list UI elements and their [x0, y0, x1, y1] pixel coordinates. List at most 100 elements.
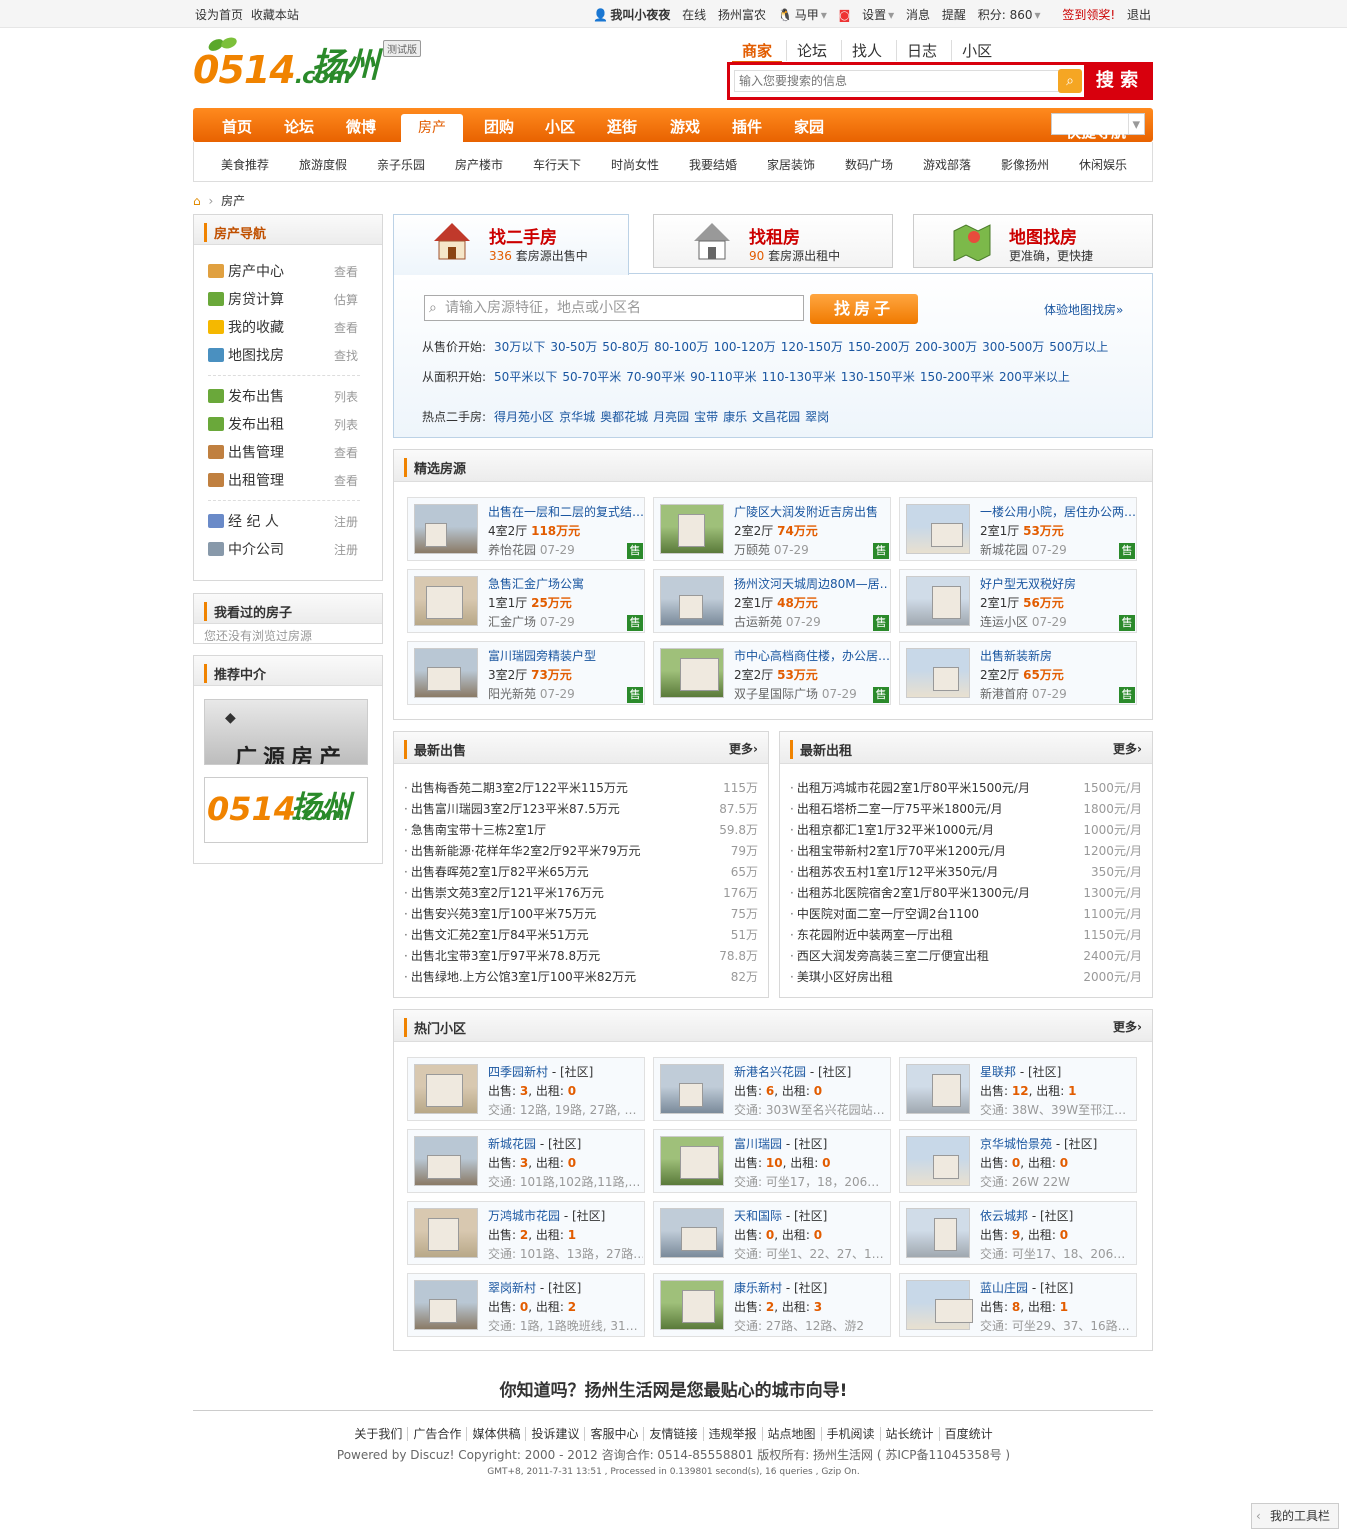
subnav-item[interactable]: 旅游度假 — [299, 156, 347, 173]
subnav-item[interactable]: 房产楼市 — [455, 156, 503, 173]
community-card[interactable]: 新港名兴花园 - [社区] 出售: 6, 出租: 0 交通: 303W至名兴花园站… — [653, 1057, 891, 1121]
community-card[interactable]: 蓝山庄园 - [社区] 出售: 8, 出租: 1 交通: 可坐29、37、16路… — [899, 1273, 1137, 1337]
list-item-title[interactable]: 出售富川瑞园3室2厅123平米87.5万元 — [411, 802, 620, 816]
listing-photo[interactable] — [414, 1280, 478, 1330]
list-item-title[interactable]: 出租宝带新村2室1厅70平米1200元/月 — [797, 844, 1006, 858]
community-name-link[interactable]: 万鸿城市花园 — [488, 1209, 560, 1223]
footer-link[interactable]: 站点地图 — [761, 1427, 821, 1441]
subnav-item[interactable]: 车行天下 — [533, 156, 581, 173]
nav-realestate[interactable]: 房产 — [401, 114, 463, 142]
hot-house-link[interactable]: 月亮园 — [653, 410, 689, 424]
nav-item[interactable]: 中介公司 — [208, 539, 284, 559]
more-link[interactable]: 更多› — [1113, 740, 1142, 757]
more-link[interactable]: 更多› — [729, 740, 758, 757]
subnav-item[interactable]: 游戏部落 — [923, 156, 971, 173]
community-name-link[interactable]: 康乐新村 — [734, 1281, 782, 1295]
tab-map[interactable]: 地图找房 更准确，更快捷 — [913, 214, 1153, 268]
listing-photo[interactable] — [414, 1064, 478, 1114]
area-filter-link[interactable]: 150-200平米 — [920, 370, 994, 384]
nav-games[interactable]: 游戏 — [670, 116, 700, 137]
list-item[interactable]: · 出售梅香苑二期3室2厅122平米115万元 — [404, 779, 628, 796]
listing-photo[interactable] — [414, 1136, 478, 1186]
nav-item[interactable]: 我的收藏 — [208, 317, 284, 337]
listing-photo[interactable] — [906, 1280, 973, 1330]
listing-title-link[interactable]: 急售汇金广场公寓 — [488, 575, 643, 592]
search-tab-forum[interactable]: 论坛 — [786, 40, 837, 61]
search-icon[interactable]: ⌕ — [1058, 69, 1082, 93]
listing-photo[interactable] — [906, 1136, 970, 1186]
listing-photo[interactable] — [906, 504, 970, 554]
list-item[interactable]: · 出租苏北医院宿舍2室1厅80平米1300元/月 — [790, 884, 1030, 901]
nav-item[interactable]: 出租管理 — [208, 470, 284, 490]
listing-photo[interactable] — [414, 648, 478, 698]
list-item-title[interactable]: 中医院对面二室一厅空调2台1100 — [797, 907, 979, 921]
hot-house-link[interactable]: 奥都花城 — [600, 410, 648, 424]
community-card[interactable]: 富川瑞园 - [社区] 出售: 10, 出租: 0 交通: 可坐17，18，206… — [653, 1129, 891, 1193]
subnav-item[interactable]: 数码广场 — [845, 156, 893, 173]
price-filter-link[interactable]: 80-100万 — [654, 340, 709, 354]
list-item[interactable]: · 出租宝带新村2室1厅70平米1200元/月 — [790, 842, 1006, 859]
nav-weibo[interactable]: 微博 — [346, 116, 376, 137]
community-card[interactable]: 星联邦 - [社区] 出售: 12, 出租: 1 交通: 38W、39W至邗江… — [899, 1057, 1137, 1121]
listing-photo[interactable] — [906, 576, 970, 626]
list-item[interactable]: · 出售文汇苑2室1厅84平米51万元 — [404, 926, 589, 943]
footer-link[interactable]: 友情链接 — [643, 1427, 703, 1441]
list-item[interactable]: · 西区大润发旁高装三室二厅便宜出租 — [790, 947, 989, 964]
community-name-link[interactable]: 富川瑞园 — [734, 1137, 782, 1151]
username-link[interactable]: 我叫小夜夜 — [610, 8, 670, 22]
list-item-title[interactable]: 出售北宝带3室1厅97平米78.8万元 — [411, 949, 600, 963]
bookmark-link[interactable]: 收藏本站 — [251, 8, 299, 22]
listing-photo[interactable] — [414, 576, 478, 626]
area-filter-link[interactable]: 50-70平米 — [562, 370, 621, 384]
price-filter-link[interactable]: 100-120万 — [714, 340, 776, 354]
listing-title-link[interactable]: 好户型无双税好房 — [980, 575, 1135, 592]
list-item-title[interactable]: 东花园附近中装两室一厅出租 — [797, 928, 953, 942]
community-name-link[interactable]: 京华城怡景苑 — [980, 1137, 1052, 1151]
area-filter-link[interactable]: 130-150平米 — [841, 370, 915, 384]
list-item[interactable]: · 出租京都汇1室1厅32平米1000元/月 — [790, 821, 994, 838]
quick-nav-button[interactable]: 快捷导航 ▾ — [1051, 113, 1145, 141]
agent-banner-1[interactable]: ◆ 广源房产 — [204, 699, 368, 765]
footer-link[interactable]: 违规举报 — [702, 1427, 762, 1441]
list-item-title[interactable]: 出售春晖苑2室1厅82平米65万元 — [411, 865, 589, 879]
price-filter-link[interactable]: 150-200万 — [848, 340, 910, 354]
nav-item-action[interactable]: 注册 — [334, 541, 358, 558]
online-status[interactable]: 在线 — [682, 8, 706, 22]
listing-photo[interactable] — [906, 1208, 970, 1258]
set-home-link[interactable]: 设为首页 — [195, 8, 243, 22]
footer-link[interactable]: 站长统计 — [879, 1427, 939, 1441]
area-filter-link[interactable]: 50平米以下 — [494, 370, 557, 384]
nav-forum[interactable]: 论坛 — [284, 116, 314, 137]
featured-listing-card[interactable]: 急售汇金广场公寓 1室1厅 25万元 汇金广场 07-29 售 — [407, 569, 645, 633]
list-item-title[interactable]: 急售南宝带十三栋2室1厅 — [411, 823, 546, 837]
nav-item[interactable]: 出售管理 — [208, 442, 284, 462]
hot-house-link[interactable]: 翠岗 — [805, 410, 829, 424]
price-filter-link[interactable]: 120-150万 — [781, 340, 843, 354]
agent-banner-2[interactable]: 0514.com 扬州 — [204, 777, 368, 843]
group-link[interactable]: 扬州富农 — [718, 8, 766, 22]
alias-dropdown-icon[interactable]: ▾ — [821, 8, 827, 22]
messages-link[interactable]: 消息 — [906, 8, 930, 22]
community-name-link[interactable]: 翠岗新村 — [488, 1281, 536, 1295]
nav-item[interactable]: 房贷计算 — [208, 289, 284, 309]
community-card[interactable]: 天和国际 - [社区] 出售: 0, 出租: 0 交通: 可坐1、22、27、1… — [653, 1201, 891, 1265]
listing-photo[interactable] — [660, 1208, 724, 1258]
nav-groupbuy[interactable]: 团购 — [484, 116, 514, 137]
list-item-title[interactable]: 出租京都汇1室1厅32平米1000元/月 — [797, 823, 994, 837]
listing-photo[interactable] — [906, 648, 970, 698]
listing-title-link[interactable]: 扬州汶河天城周边80M—居… — [734, 575, 889, 592]
house-search-input[interactable]: ⌕ 请输入房源特征，地点或小区名 — [424, 295, 804, 321]
list-item[interactable]: · 美琪小区好房出租 — [790, 968, 893, 985]
featured-listing-card[interactable]: 富川瑞园旁精装户型 3室2厅 73万元 阳光新苑 07-29 售 — [407, 641, 645, 705]
search-tab-merchant[interactable]: 商家 — [732, 40, 783, 63]
area-filter-link[interactable]: 110-130平米 — [762, 370, 836, 384]
hot-house-link[interactable]: 康乐 — [723, 410, 747, 424]
search-tab-people[interactable]: 找人 — [841, 40, 892, 61]
listing-title-link[interactable]: 市中心高档商住楼，办公居… — [734, 647, 889, 664]
hot-house-link[interactable]: 宝带 — [694, 410, 718, 424]
tab-rental[interactable]: 找租房 90 套房源出租中 — [653, 214, 893, 268]
nav-plugins[interactable]: 插件 — [732, 116, 762, 137]
nav-community[interactable]: 小区 — [545, 116, 575, 137]
list-item[interactable]: · 东花园附近中装两室一厅出租 — [790, 926, 953, 943]
list-item[interactable]: · 出售富川瑞园3室2厅123平米87.5万元 — [404, 800, 620, 817]
